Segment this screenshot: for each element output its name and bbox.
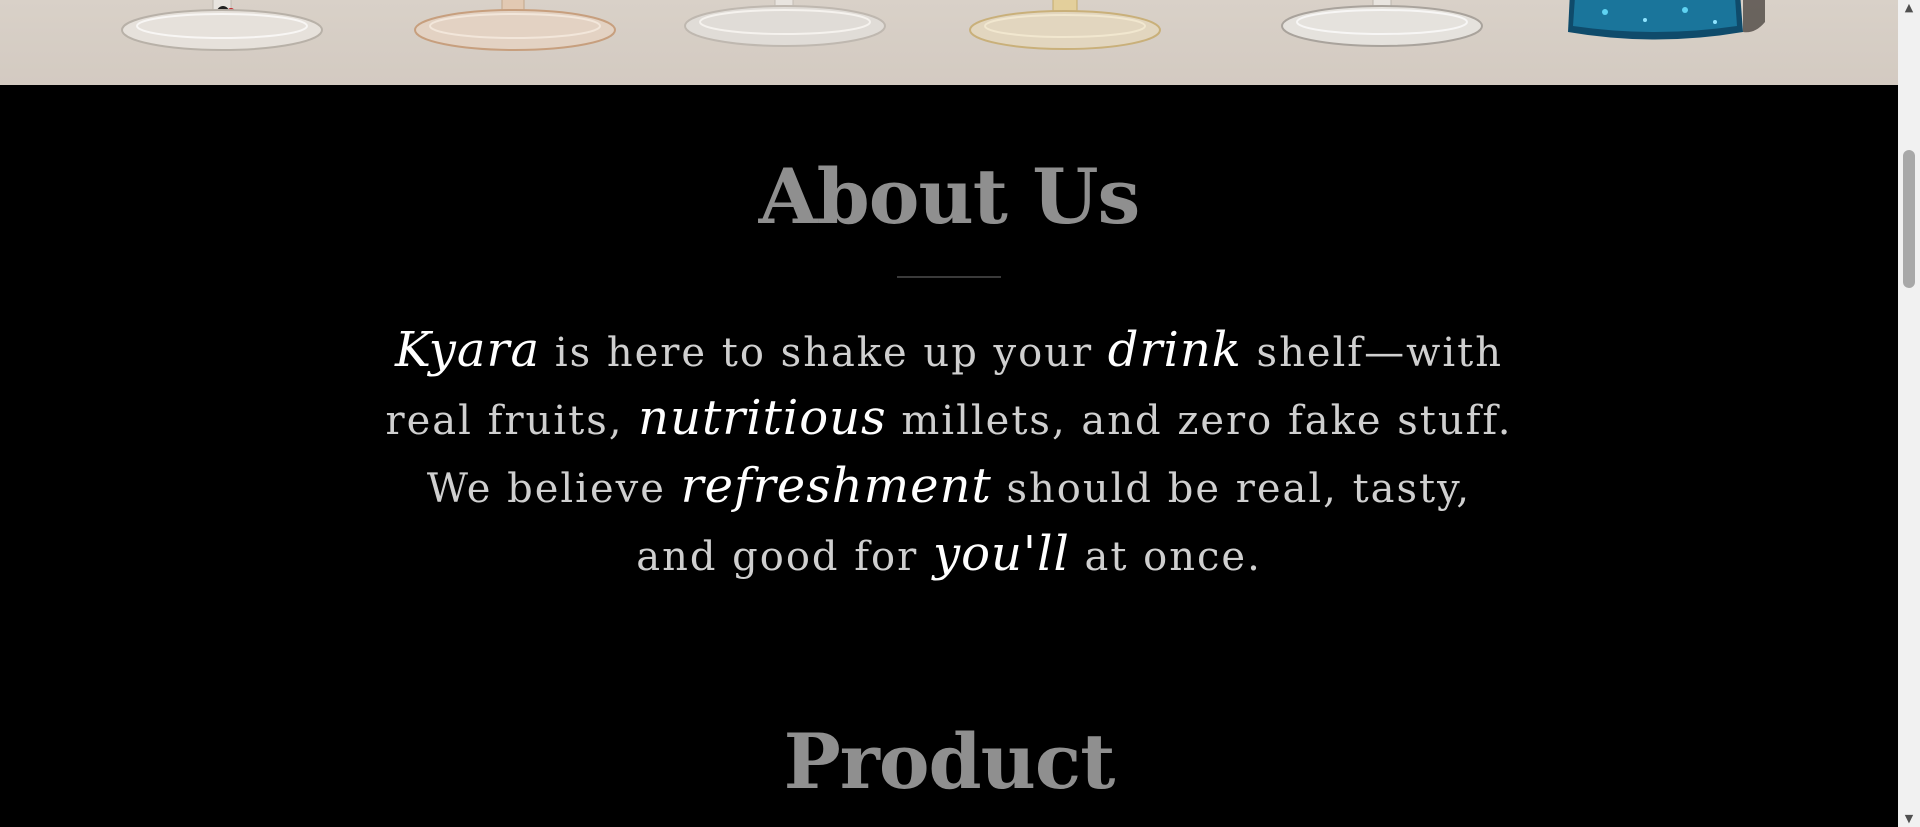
- about-us-heading: About Us: [758, 152, 1141, 241]
- page-scrollbar[interactable]: ▲ ▼: [1898, 0, 1920, 827]
- page: About Us Kyara is here to shake up your …: [0, 0, 1898, 827]
- heading-divider: [897, 276, 1001, 278]
- glass-image-2: [410, 0, 620, 63]
- about-text-emphasis: refreshment: [680, 458, 992, 514]
- about-text-part: at once.: [1069, 534, 1262, 580]
- glass-image-4: [965, 0, 1165, 63]
- glass-image-6: [1565, 0, 1765, 52]
- product-heading: Product: [783, 717, 1116, 806]
- scrollbar-thumb[interactable]: [1903, 150, 1915, 288]
- about-us-description: Kyara is here to shake up your drink she…: [380, 318, 1518, 590]
- glass-image-1: [115, 0, 330, 65]
- hero-image-glasses: [0, 0, 1898, 85]
- glass-image-3: [680, 0, 890, 61]
- about-text-emphasis: Kyara: [395, 322, 541, 378]
- scroll-down-arrow-icon[interactable]: ▼: [1898, 811, 1920, 827]
- about-text-emphasis: drink: [1107, 322, 1242, 378]
- about-text-part: is here to shake up your: [540, 330, 1108, 376]
- glass-image-5: [1275, 0, 1490, 61]
- scroll-up-arrow-icon[interactable]: ▲: [1898, 0, 1920, 16]
- about-text-emphasis: nutritious: [638, 390, 887, 446]
- about-text-emphasis: you'll: [932, 526, 1070, 582]
